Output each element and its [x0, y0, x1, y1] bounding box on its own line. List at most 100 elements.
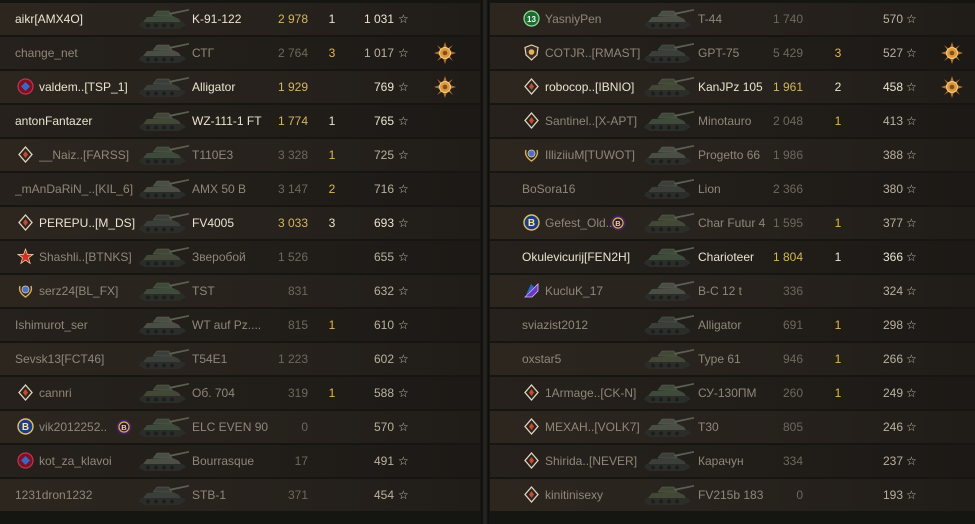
player-row[interactable]: antonFantazer WZ-111-1 FT 1 774 1 765 ☆	[0, 105, 480, 137]
xp-value: 527	[882, 46, 903, 60]
star-icon: ☆	[906, 454, 917, 468]
player-row[interactable]: 1231dron1232 STB-1 371 454 ☆	[0, 479, 480, 511]
tank-icon	[133, 108, 191, 134]
tank-name: ELC EVEN 90	[192, 420, 269, 434]
player-row[interactable]: robocop..[IBNIO] KanJPz 105 1 961 2 458 ☆	[490, 71, 975, 103]
diamond-rank-icon	[17, 384, 34, 401]
battle-results-board: aikr[AMX4O] K-91-122 2 978 1 1 031 ☆ change_ne…	[0, 0, 975, 524]
player-name[interactable]: change_net	[15, 37, 140, 69]
player-row[interactable]: B Gefest_Old.. B Char Futur 41 595 1 377 ☆	[490, 207, 975, 239]
damage-value: 3 328	[277, 148, 308, 162]
frags-count: 1	[328, 148, 336, 162]
team-left: aikr[AMX4O] K-91-122 2 978 1 1 031 ☆ change_ne…	[0, 3, 480, 519]
player-row[interactable]: Bvik2012252.. B ELC EVEN 90 0 570 ☆	[0, 411, 480, 443]
tank-icon	[133, 6, 191, 32]
player-row[interactable]: Shirida..[NEVER] Карачун 334 237 ☆	[490, 445, 975, 477]
b-coin-purple-icon: B	[116, 419, 132, 435]
tank-icon	[133, 40, 191, 66]
player-name[interactable]: oxstar5	[522, 343, 647, 375]
player-row[interactable]: KucluK_17 B-C 12 t 336 324 ☆	[490, 275, 975, 307]
player-name[interactable]: Okulevicurij[FEN2H]	[522, 241, 647, 273]
star-icon: ☆	[906, 46, 917, 60]
player-row[interactable]: __Naiz..[FARSS] T110E3 3 328 1 725 ☆	[0, 139, 480, 171]
tank-name: T54E1	[192, 352, 228, 366]
frags-count: 1	[834, 386, 842, 400]
player-row[interactable]: aikr[AMX4O] K-91-122 2 978 1 1 031 ☆	[0, 3, 480, 35]
tank-name: FV4005	[192, 216, 235, 230]
player-row[interactable]: IlliziiuM[TUWOT] Progetto 66 1 986 388 ☆	[490, 139, 975, 171]
player-row[interactable]: _mAnDaRiN_..[KIL_6] AMX 50 B 3 147 2 716 ☆	[0, 173, 480, 205]
tank-name: AMX 50 B	[192, 182, 247, 196]
star-icon: ☆	[906, 80, 917, 94]
xp-value: 693	[373, 216, 394, 230]
player-name[interactable]: sviazist2012	[522, 309, 647, 341]
player-row[interactable]: serz24[BL_FX] TST 831 632 ☆	[0, 275, 480, 307]
star-icon: ☆	[906, 352, 917, 366]
player-row[interactable]: 1Armage..[CK-N] СУ-130ПМ 260 1 249 ☆	[490, 377, 975, 409]
player-row[interactable]: sviazist2012 Alligator 691 1 298 ☆	[490, 309, 975, 341]
star-icon: ☆	[398, 12, 409, 26]
frags-count: 1	[328, 386, 336, 400]
star-icon: ☆	[398, 420, 409, 434]
tank-icon	[133, 244, 191, 270]
damage-value: 319	[287, 386, 308, 400]
diamond-rank-icon	[523, 452, 540, 469]
star-icon: ☆	[398, 148, 409, 162]
player-name[interactable]: aikr[AMX4O]	[15, 3, 140, 35]
xp-value: 602	[373, 352, 394, 366]
diamond-rank-icon	[523, 418, 540, 435]
xp-value: 454	[373, 488, 394, 502]
damage-value: 805	[782, 420, 803, 434]
player-row[interactable]: Okulevicurij[FEN2H] Charioteer 1 804 1 366 ☆	[490, 241, 975, 273]
player-row[interactable]: change_net СТГ 2 764 3 1 017 ☆	[0, 37, 480, 69]
xp-value: 324	[882, 284, 903, 298]
tank-name: Об. 704	[192, 386, 235, 400]
damage-value: 5 429	[772, 46, 803, 60]
damage-value: 336	[782, 284, 803, 298]
tank-name: K-91-122	[192, 12, 242, 26]
frags-count: 2	[328, 182, 336, 196]
tank-icon	[638, 74, 696, 100]
tank-icon	[638, 244, 696, 270]
player-name[interactable]: antonFantazer	[15, 105, 140, 137]
player-name[interactable]: BoSora16	[522, 173, 647, 205]
tank-name: Alligator	[192, 80, 236, 94]
damage-value: 0	[796, 488, 803, 502]
star-icon: ☆	[398, 488, 409, 502]
tank-name: TST	[192, 284, 215, 298]
frags-count: 1	[834, 352, 842, 366]
frags-count: 2	[834, 80, 842, 94]
frags-count: 1	[834, 114, 842, 128]
tank-icon	[638, 6, 696, 32]
player-name[interactable]: Sevsk13[FCT46]	[15, 343, 140, 375]
player-row[interactable]: Shashli..[BTNKS] Зверобой 1 526 655 ☆	[0, 241, 480, 273]
tank-name: STB-1	[192, 488, 227, 502]
player-row[interactable]: cannri Об. 704 319 1 588 ☆	[0, 377, 480, 409]
svg-text:13: 13	[527, 15, 536, 24]
player-row[interactable]: 13 YasniyPen T-44 1 740 570 ☆	[490, 3, 975, 35]
player-row[interactable]: BoSora16 Lion 2 366 380 ☆	[490, 173, 975, 205]
xp-value: 380	[882, 182, 903, 196]
star-icon: ☆	[398, 80, 409, 94]
player-row[interactable]: kot_za_klavoi Bourrasque 17 491 ☆	[0, 445, 480, 477]
player-name[interactable]: 1231dron1232	[15, 479, 140, 511]
star-icon: ☆	[398, 454, 409, 468]
xp-value: 366	[882, 250, 903, 264]
damage-value: 1 223	[277, 352, 308, 366]
player-row[interactable]: Santinel..[X-APT] Minotauro 2 048 1 413 ☆	[490, 105, 975, 137]
star-icon: ☆	[398, 216, 409, 230]
player-row[interactable]: PEREPU..[M_DS] FV4005 3 033 3 693 ☆	[0, 207, 480, 239]
bronze-medal-icon	[941, 76, 963, 98]
player-row[interactable]: kinitinisexy FV215b 183 0 193 ☆	[490, 479, 975, 511]
player-row[interactable]: valdem..[TSP_1] Alligator 1 929 769 ☆	[0, 71, 480, 103]
player-name[interactable]: Ishimurot_ser	[15, 309, 140, 341]
player-row[interactable]: oxstar5 Type 61 946 1 266 ☆	[490, 343, 975, 375]
player-row[interactable]: COTJR..[RMAST] GPT-75 5 429 3 527 ☆	[490, 37, 975, 69]
b-coin-icon: B	[523, 214, 540, 231]
player-row[interactable]: Sevsk13[FCT46] T54E1 1 223 602 ☆	[0, 343, 480, 375]
player-row[interactable]: MEXAH..[VOLK7] T30 805 246 ☆	[490, 411, 975, 443]
diamond-rank-icon	[17, 146, 34, 163]
player-name[interactable]: _mAnDaRiN_..[KIL_6]	[15, 173, 140, 205]
xp-value: 588	[373, 386, 394, 400]
player-row[interactable]: Ishimurot_ser WT auf Pz.... 815 1 610 ☆	[0, 309, 480, 341]
